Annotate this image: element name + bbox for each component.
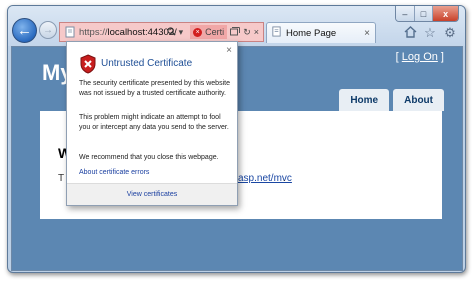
- close-window-button[interactable]: x: [433, 6, 458, 21]
- logon-link[interactable]: Log On: [402, 51, 438, 63]
- certificate-error-icon: ×: [193, 27, 203, 37]
- address-text: https://localhost:44302/: [79, 27, 177, 38]
- browser-chrome: ‒ □ x ← → https://localhost:44302/ ▾ × C…: [8, 6, 465, 46]
- popup-title: Untrusted Certificate: [101, 58, 193, 69]
- tab-home-page[interactable]: Home Page ×: [266, 22, 376, 43]
- window-controls: ‒ □ x: [395, 6, 459, 22]
- certificate-error-label: Certi: [205, 27, 225, 37]
- browser-window: ‒ □ x ← → https://localhost:44302/ ▾ × C…: [7, 5, 466, 273]
- home-icon[interactable]: [403, 25, 417, 39]
- browser-toolbar: ☆ ⚙: [403, 25, 457, 39]
- about-certificate-errors-link[interactable]: About certificate errors: [79, 169, 149, 176]
- address-tools: ▾ × Certi ↻ ×: [166, 25, 259, 39]
- refresh-icon[interactable]: ↻: [243, 27, 251, 38]
- page-icon: [62, 25, 78, 39]
- popup-paragraph-3: We recommend that you close this webpage…: [79, 154, 219, 161]
- main-text: T: [58, 173, 65, 184]
- shield-error-icon: [79, 54, 97, 74]
- favorites-star-icon[interactable]: ☆: [423, 25, 437, 39]
- page-icon: [271, 26, 282, 40]
- popup-paragraph-1: The security certificate presented by th…: [79, 80, 230, 97]
- certificate-error-button[interactable]: × Certi: [190, 25, 228, 39]
- dropdown-icon[interactable]: ▾: [179, 27, 184, 38]
- address-prefix: https://: [79, 26, 108, 38]
- compat-view-icon[interactable]: [230, 26, 241, 38]
- back-arrow-icon: ←: [17, 22, 32, 39]
- minimize-button[interactable]: ‒: [396, 6, 415, 21]
- forward-button[interactable]: →: [39, 21, 57, 39]
- stop-icon[interactable]: ×: [254, 27, 259, 37]
- site-nav: Home About: [339, 89, 444, 111]
- certificate-popup: × Untrusted Certificate The security cer…: [66, 41, 238, 206]
- logon-display: [ Log On ]: [396, 51, 444, 63]
- logon-bracket-close: ]: [437, 51, 444, 63]
- settings-gear-icon[interactable]: ⚙: [443, 25, 457, 39]
- back-button[interactable]: ←: [12, 18, 37, 43]
- main-text-end: .: [283, 173, 286, 184]
- nav-about[interactable]: About: [393, 89, 444, 111]
- nav-home[interactable]: Home: [339, 89, 390, 111]
- maximize-button[interactable]: □: [414, 6, 434, 21]
- view-certificates-button[interactable]: View certificates: [67, 183, 237, 205]
- tab-title: Home Page: [286, 27, 337, 39]
- popup-paragraph-2: This problem might indicate an attempt t…: [79, 114, 229, 131]
- search-icon[interactable]: [166, 26, 176, 38]
- popup-close-icon[interactable]: ×: [226, 45, 232, 56]
- tab-close-icon[interactable]: ×: [364, 28, 370, 39]
- forward-arrow-icon: →: [43, 24, 53, 36]
- address-bar[interactable]: https://localhost:44302/ ▾ × Certi ↻ ×: [59, 22, 264, 42]
